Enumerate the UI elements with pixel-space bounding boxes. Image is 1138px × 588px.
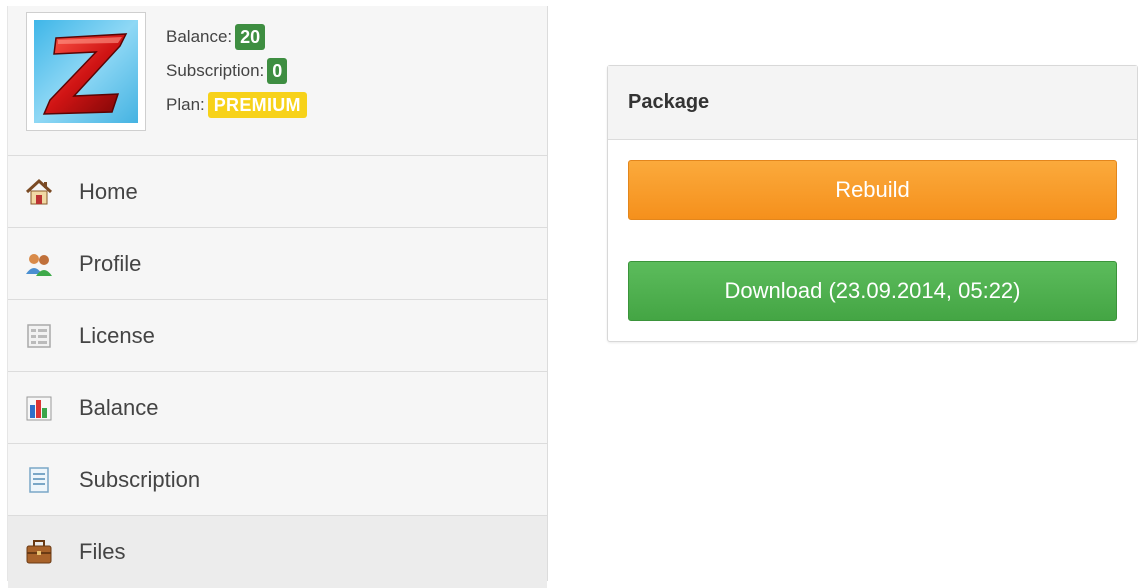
sidebar-item-label: Subscription: [79, 466, 201, 492]
balance-badge: 20: [235, 24, 266, 50]
download-button[interactable]: Download (23.09.2014, 05:22): [628, 261, 1117, 321]
balance-label: Balance:: [166, 27, 233, 46]
users-icon: [24, 249, 54, 279]
plan-stat: Plan: PREMIUM: [166, 88, 307, 122]
subscription-badge: 0: [267, 58, 288, 84]
sidebar: Balance: 20 Subscription: 0 Plan: PREMIU…: [7, 6, 548, 588]
sidebar-item-balance[interactable]: Balance: [8, 372, 547, 444]
user-stats: Balance: 20 Subscription: 0 Plan: PREMIU…: [166, 20, 307, 122]
balance-stat: Balance: 20: [166, 20, 307, 54]
sidebar-item-label: Files: [79, 539, 126, 564]
sidebar-item-subscription[interactable]: Subscription: [8, 444, 547, 516]
sidebar-item-home[interactable]: Home: [8, 156, 547, 228]
sidebar-item-profile[interactable]: Profile: [8, 228, 547, 300]
sidebar-item-label: Home: [79, 178, 138, 204]
subscription-label: Subscription:: [166, 61, 265, 80]
sidebar-item-label: License: [79, 322, 155, 348]
document-icon: [24, 465, 54, 495]
panel-title: Package: [608, 66, 1137, 140]
briefcase-icon: [24, 537, 54, 567]
rebuild-button[interactable]: Rebuild: [628, 160, 1117, 220]
avatar[interactable]: [26, 12, 146, 131]
sidebar-item-files[interactable]: Files: [8, 516, 547, 588]
plan-label: Plan:: [166, 95, 205, 114]
sidebar-item-label: Profile: [79, 250, 142, 276]
sidebar-item-license[interactable]: License: [8, 300, 547, 372]
plan-badge: PREMIUM: [207, 92, 307, 118]
z-logo-icon: [42, 33, 128, 115]
license-icon: [24, 321, 54, 351]
subscription-stat: Subscription: 0: [166, 54, 307, 88]
sidebar-item-label: Balance: [79, 394, 159, 420]
user-panel: Balance: 20 Subscription: 0 Plan: PREMIU…: [8, 6, 547, 156]
package-panel: Package Rebuild Download (23.09.2014, 05…: [607, 65, 1138, 342]
chart-icon: [24, 393, 54, 423]
home-icon: [24, 177, 54, 207]
avatar-image: [34, 20, 138, 123]
